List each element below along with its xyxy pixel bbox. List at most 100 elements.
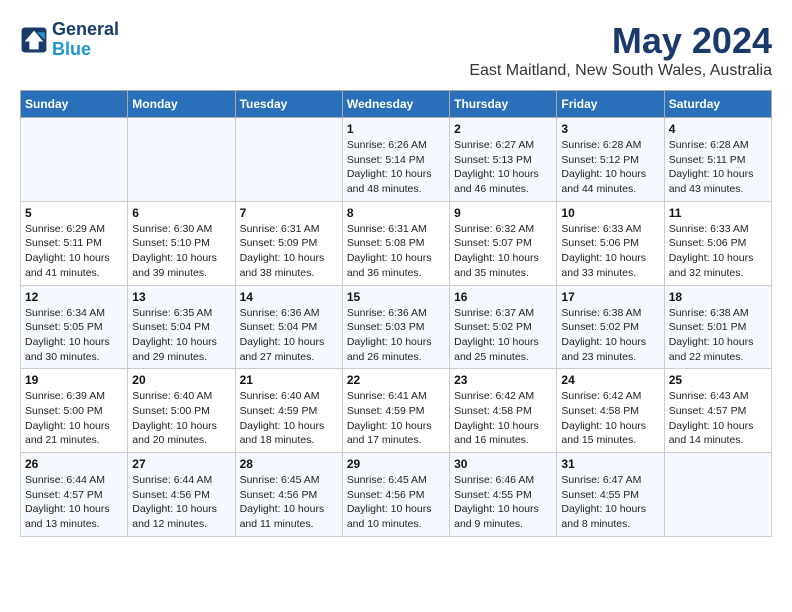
day-info: Sunrise: 6:44 AMSunset: 4:56 PMDaylight:… — [132, 473, 230, 532]
day-number: 19 — [25, 373, 123, 387]
day-info: Sunrise: 6:31 AMSunset: 5:09 PMDaylight:… — [240, 222, 338, 281]
day-info: Sunrise: 6:47 AMSunset: 4:55 PMDaylight:… — [561, 473, 659, 532]
day-info: Sunrise: 6:41 AMSunset: 4:59 PMDaylight:… — [347, 389, 445, 448]
calendar-cell: 24 Sunrise: 6:42 AMSunset: 4:58 PMDayligh… — [557, 369, 664, 453]
calendar-cell: 25 Sunrise: 6:43 AMSunset: 4:57 PMDayligh… — [664, 369, 771, 453]
day-number: 13 — [132, 290, 230, 304]
calendar-cell: 17Sunrise: 6:38 AMSunset: 5:02 PMDayligh… — [557, 285, 664, 369]
day-info: Sunrise: 6:38 AMSunset: 5:01 PMDaylight:… — [669, 306, 767, 365]
day-info: Sunrise: 6:33 AMSunset: 5:06 PMDaylight:… — [669, 222, 767, 281]
day-number: 3 — [561, 122, 659, 136]
page-header: General Blue May 2024 East Maitland, New… — [20, 20, 772, 80]
day-number: 11 — [669, 206, 767, 220]
calendar-cell: 23Sunrise: 6:42 AMSunset: 4:58 PMDayligh… — [450, 369, 557, 453]
calendar-cell: 27 Sunrise: 6:44 AMSunset: 4:56 PMDayligh… — [128, 453, 235, 537]
day-info: Sunrise: 6:29 AMSunset: 5:11 PMDaylight:… — [25, 222, 123, 281]
calendar-cell: 16Sunrise: 6:37 AMSunset: 5:02 PMDayligh… — [450, 285, 557, 369]
day-info: Sunrise: 6:28 AMSunset: 5:11 PMDaylight:… — [669, 138, 767, 197]
day-info: Sunrise: 6:42 AMSunset: 4:58 PMDaylight:… — [561, 389, 659, 448]
day-info: Sunrise: 6:37 AMSunset: 5:02 PMDaylight:… — [454, 306, 552, 365]
day-info: Sunrise: 6:26 AMSunset: 5:14 PMDaylight:… — [347, 138, 445, 197]
calendar-cell: 10 Sunrise: 6:33 AMSunset: 5:06 PMDayligh… — [557, 201, 664, 285]
title-block: May 2024 East Maitland, New South Wales,… — [469, 20, 772, 80]
logo-line2: Blue — [52, 39, 91, 59]
calendar-week-2: 5Sunrise: 6:29 AMSunset: 5:11 PMDaylight… — [21, 201, 772, 285]
calendar-cell: 9Sunrise: 6:32 AMSunset: 5:07 PMDaylight… — [450, 201, 557, 285]
calendar-header-row: SundayMondayTuesdayWednesdayThursdayFrid… — [21, 91, 772, 118]
day-info: Sunrise: 6:45 AMSunset: 4:56 PMDaylight:… — [240, 473, 338, 532]
calendar-cell: 1 Sunrise: 6:26 AMSunset: 5:14 PMDaylight… — [342, 118, 449, 202]
day-number: 18 — [669, 290, 767, 304]
day-number: 30 — [454, 457, 552, 471]
calendar-cell: 30Sunrise: 6:46 AMSunset: 4:55 PMDayligh… — [450, 453, 557, 537]
calendar-subtitle: East Maitland, New South Wales, Australi… — [469, 62, 772, 80]
calendar-cell: 22 Sunrise: 6:41 AMSunset: 4:59 PMDayligh… — [342, 369, 449, 453]
calendar-cell: 14 Sunrise: 6:36 AMSunset: 5:04 PMDayligh… — [235, 285, 342, 369]
logo-icon — [20, 26, 48, 54]
day-info: Sunrise: 6:30 AMSunset: 5:10 PMDaylight:… — [132, 222, 230, 281]
day-number: 25 — [669, 373, 767, 387]
calendar-week-4: 19 Sunrise: 6:39 AMSunset: 5:00 PMDayligh… — [21, 369, 772, 453]
day-info: Sunrise: 6:31 AMSunset: 5:08 PMDaylight:… — [347, 222, 445, 281]
day-number: 27 — [132, 457, 230, 471]
logo-text: General Blue — [52, 20, 119, 60]
day-info: Sunrise: 6:33 AMSunset: 5:06 PMDaylight:… — [561, 222, 659, 281]
day-info: Sunrise: 6:28 AMSunset: 5:12 PMDaylight:… — [561, 138, 659, 197]
day-number: 31 — [561, 457, 659, 471]
day-info: Sunrise: 6:43 AMSunset: 4:57 PMDaylight:… — [669, 389, 767, 448]
calendar-cell: 4Sunrise: 6:28 AMSunset: 5:11 PMDaylight… — [664, 118, 771, 202]
calendar-cell: 6 Sunrise: 6:30 AMSunset: 5:10 PMDaylight… — [128, 201, 235, 285]
calendar-cell: 18 Sunrise: 6:38 AMSunset: 5:01 PMDayligh… — [664, 285, 771, 369]
day-number: 14 — [240, 290, 338, 304]
day-number: 1 — [347, 122, 445, 136]
calendar-cell — [664, 453, 771, 537]
day-number: 24 — [561, 373, 659, 387]
calendar-cell: 15Sunrise: 6:36 AMSunset: 5:03 PMDayligh… — [342, 285, 449, 369]
day-info: Sunrise: 6:44 AMSunset: 4:57 PMDaylight:… — [25, 473, 123, 532]
day-info: Sunrise: 6:39 AMSunset: 5:00 PMDaylight:… — [25, 389, 123, 448]
calendar-cell: 21 Sunrise: 6:40 AMSunset: 4:59 PMDayligh… — [235, 369, 342, 453]
logo: General Blue — [20, 20, 119, 60]
calendar-body: 1 Sunrise: 6:26 AMSunset: 5:14 PMDaylight… — [21, 118, 772, 537]
calendar-cell: 31 Sunrise: 6:47 AMSunset: 4:55 PMDayligh… — [557, 453, 664, 537]
day-number: 10 — [561, 206, 659, 220]
calendar-cell: 7 Sunrise: 6:31 AMSunset: 5:09 PMDaylight… — [235, 201, 342, 285]
day-number: 7 — [240, 206, 338, 220]
day-number: 22 — [347, 373, 445, 387]
day-info: Sunrise: 6:34 AMSunset: 5:05 PMDaylight:… — [25, 306, 123, 365]
calendar-cell — [235, 118, 342, 202]
calendar-cell: 12 Sunrise: 6:34 AMSunset: 5:05 PMDayligh… — [21, 285, 128, 369]
header-cell-wednesday: Wednesday — [342, 91, 449, 118]
calendar-cell: 5Sunrise: 6:29 AMSunset: 5:11 PMDaylight… — [21, 201, 128, 285]
header-cell-tuesday: Tuesday — [235, 91, 342, 118]
day-info: Sunrise: 6:35 AMSunset: 5:04 PMDaylight:… — [132, 306, 230, 365]
day-number: 20 — [132, 373, 230, 387]
day-info: Sunrise: 6:45 AMSunset: 4:56 PMDaylight:… — [347, 473, 445, 532]
day-number: 2 — [454, 122, 552, 136]
calendar-cell: 29Sunrise: 6:45 AMSunset: 4:56 PMDayligh… — [342, 453, 449, 537]
calendar-cell: 2Sunrise: 6:27 AMSunset: 5:13 PMDaylight… — [450, 118, 557, 202]
day-info: Sunrise: 6:42 AMSunset: 4:58 PMDaylight:… — [454, 389, 552, 448]
day-number: 15 — [347, 290, 445, 304]
calendar-cell — [21, 118, 128, 202]
header-cell-sunday: Sunday — [21, 91, 128, 118]
day-number: 26 — [25, 457, 123, 471]
day-number: 21 — [240, 373, 338, 387]
day-number: 6 — [132, 206, 230, 220]
header-cell-friday: Friday — [557, 91, 664, 118]
day-number: 17 — [561, 290, 659, 304]
calendar-week-5: 26 Sunrise: 6:44 AMSunset: 4:57 PMDayligh… — [21, 453, 772, 537]
header-cell-saturday: Saturday — [664, 91, 771, 118]
calendar-cell: 28 Sunrise: 6:45 AMSunset: 4:56 PMDayligh… — [235, 453, 342, 537]
day-number: 8 — [347, 206, 445, 220]
day-info: Sunrise: 6:40 AMSunset: 4:59 PMDaylight:… — [240, 389, 338, 448]
calendar-cell: 13 Sunrise: 6:35 AMSunset: 5:04 PMDayligh… — [128, 285, 235, 369]
calendar-title: May 2024 — [469, 20, 772, 62]
calendar-cell: 19 Sunrise: 6:39 AMSunset: 5:00 PMDayligh… — [21, 369, 128, 453]
calendar-cell: 11 Sunrise: 6:33 AMSunset: 5:06 PMDayligh… — [664, 201, 771, 285]
day-info: Sunrise: 6:36 AMSunset: 5:04 PMDaylight:… — [240, 306, 338, 365]
calendar-cell — [128, 118, 235, 202]
day-number: 12 — [25, 290, 123, 304]
calendar-cell: 3 Sunrise: 6:28 AMSunset: 5:12 PMDaylight… — [557, 118, 664, 202]
day-number: 28 — [240, 457, 338, 471]
